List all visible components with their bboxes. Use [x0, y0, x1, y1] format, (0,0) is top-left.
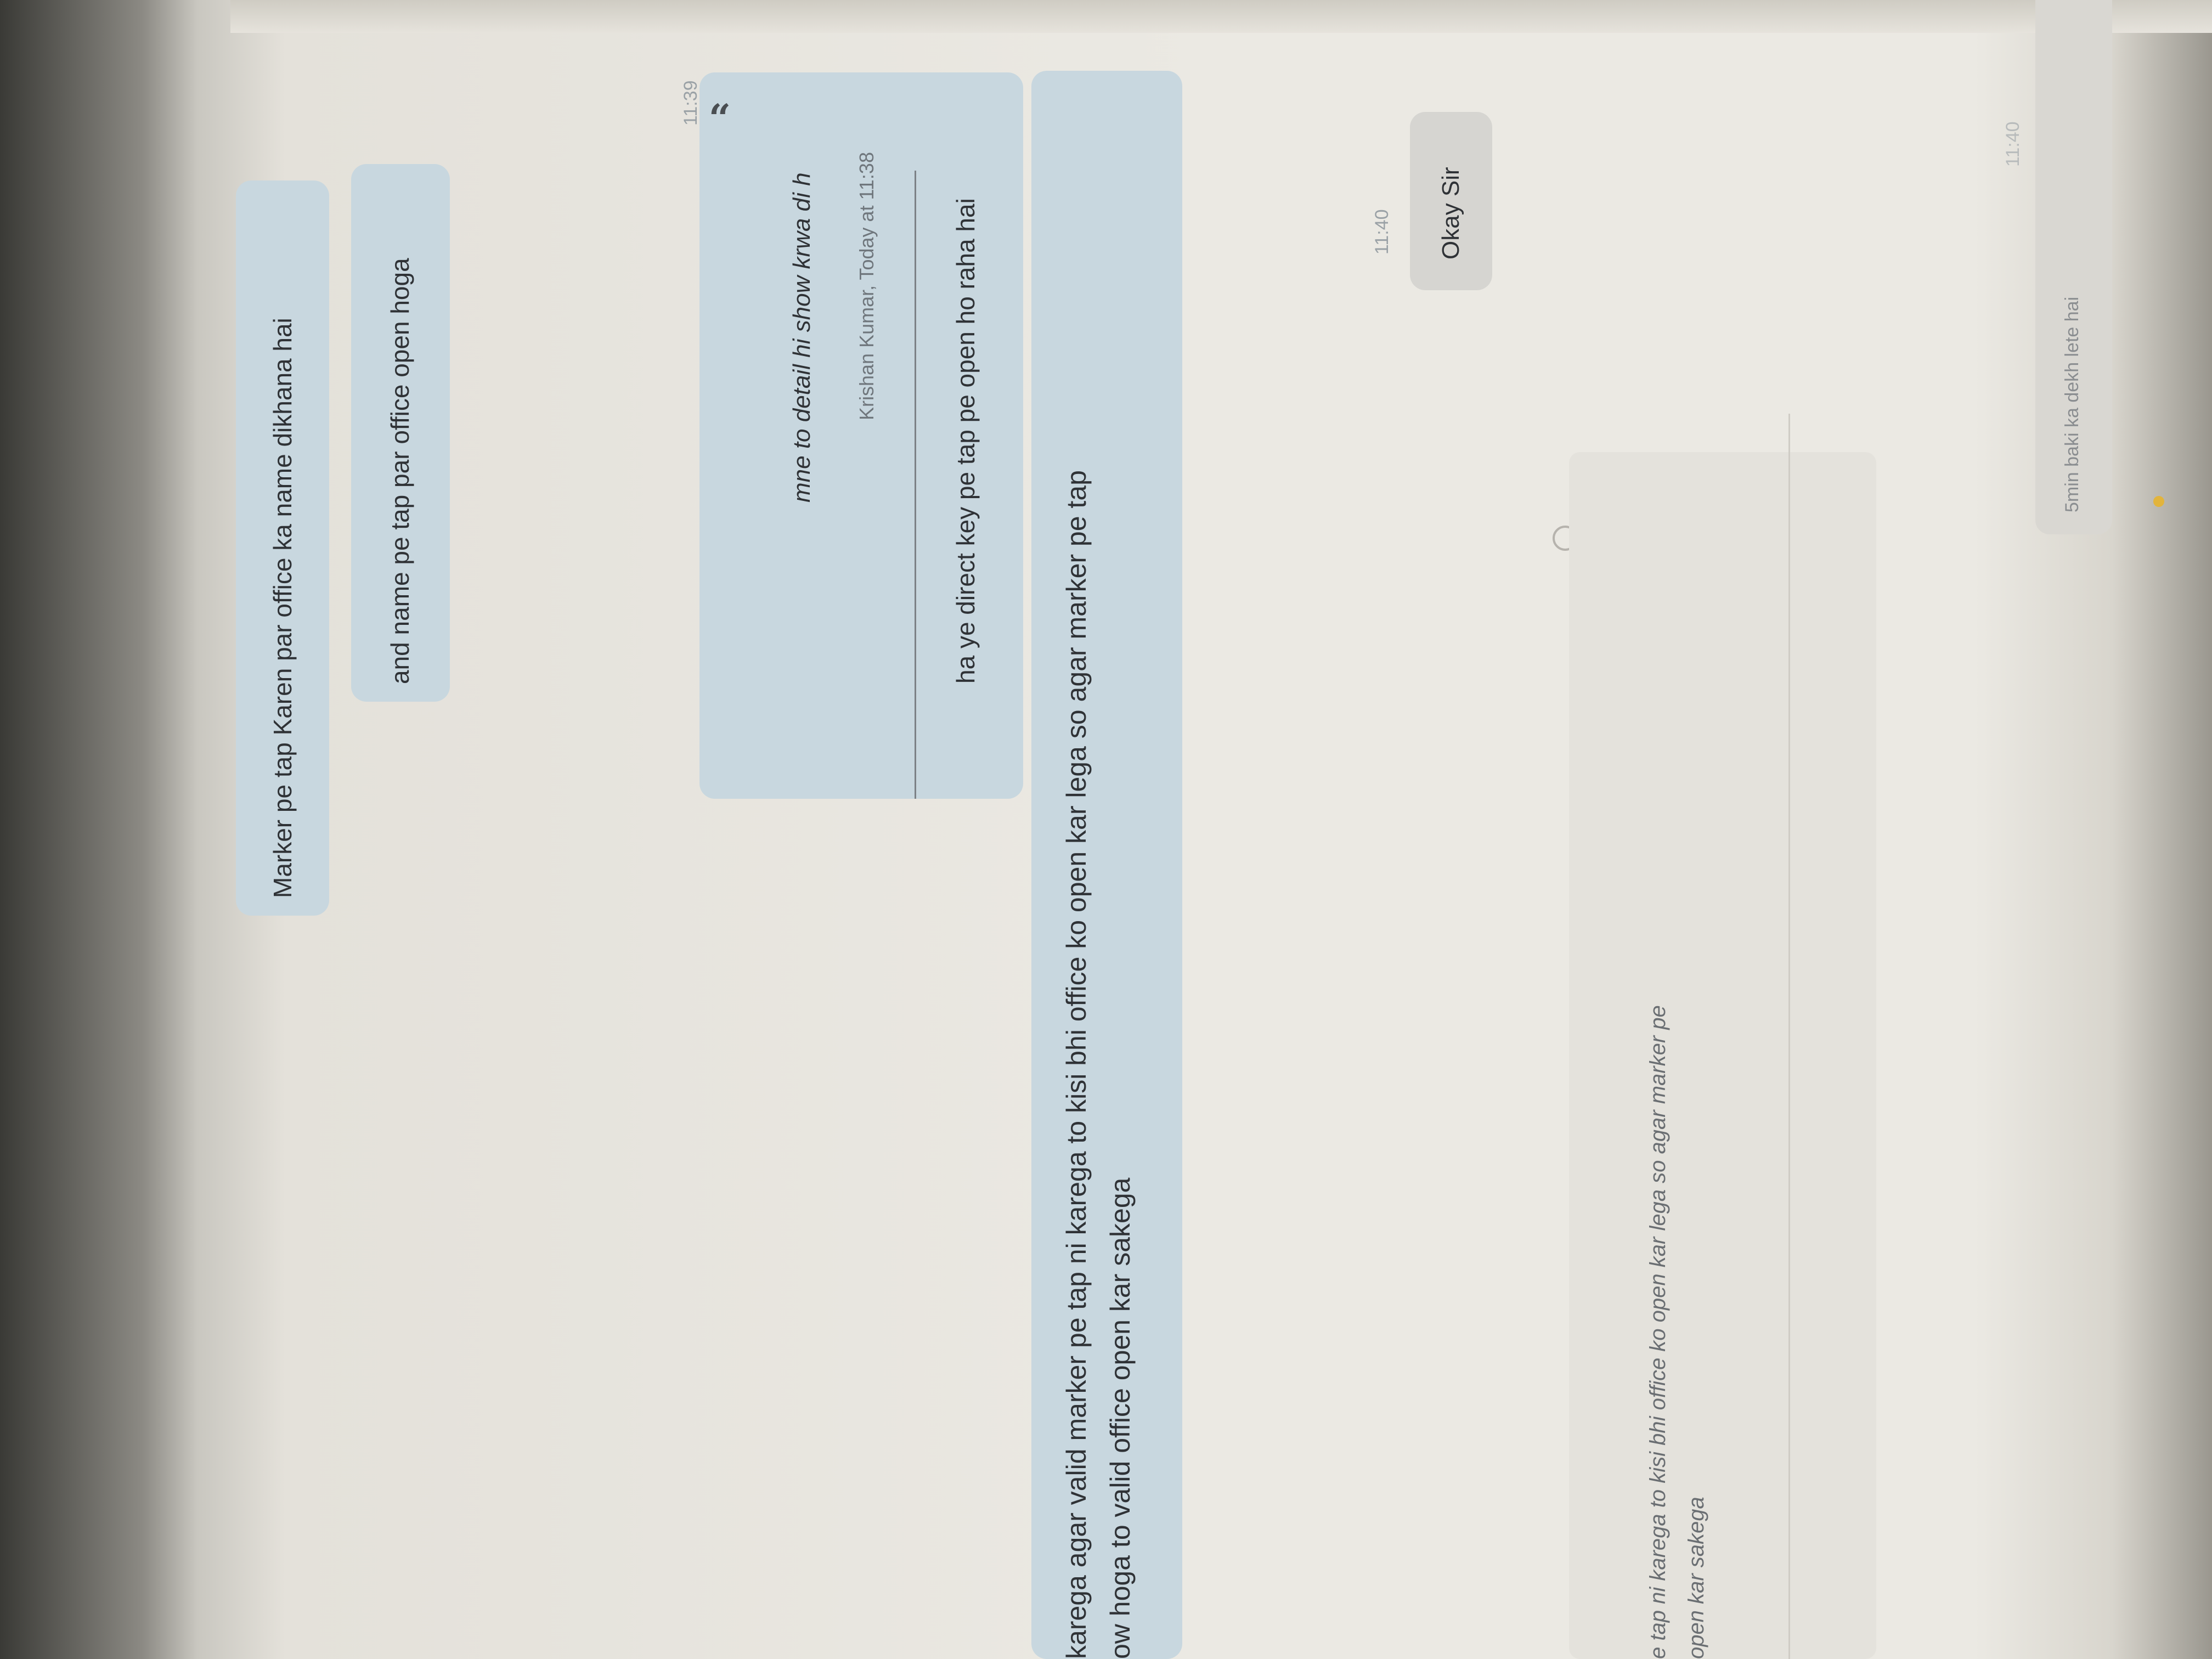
message-text: Okay Sir	[1437, 167, 1464, 259]
quote-icon: “	[708, 95, 731, 141]
message-text: 5min baki ka dekh lete hai	[2062, 296, 2083, 512]
message-bubble[interactable]: karega agar valid marker pe tap ni kareg…	[1031, 71, 1182, 1659]
compose-divider	[1788, 414, 1790, 1659]
emoji-icon	[2153, 496, 2164, 507]
quoted-author-time: Krishan Kumar, Today at 11:38	[855, 152, 878, 420]
message-text: and name pe tap par office open hoga	[386, 258, 414, 684]
message-text: Marker pe tap Karen par office ka name d…	[268, 318, 297, 898]
chat-thread[interactable]: Marker pe tap Karen par office ka name d…	[0, 0, 2212, 1659]
quote-divider	[915, 171, 916, 799]
message-bubble[interactable]: Marker pe tap Karen par office ka name d…	[236, 180, 329, 916]
message-bubble[interactable]: and name pe tap par office open hoga	[351, 164, 450, 702]
message-text-line: ow hoga to valid office open kar sakega	[1105, 1177, 1136, 1659]
message-text: ha ye direct key pe tap pe open ho raha …	[951, 198, 980, 684]
reply-message-bubble[interactable]: “ mne to detail hi show krwa di h Krisha…	[699, 72, 1023, 799]
quoted-text: mne to detail hi show krwa di h	[788, 172, 815, 503]
message-timestamp: 11:40	[1372, 209, 1392, 255]
message-bubble[interactable]: Okay Sir	[1410, 112, 1492, 290]
message-text-line: karega agar valid marker pe tap ni kareg…	[1061, 470, 1092, 1659]
draft-text-line: open kar sakega	[1684, 1497, 1708, 1659]
message-bubble[interactable]: 5min baki ka dekh lete hai	[2035, 0, 2112, 534]
message-timestamp: 11:39	[680, 80, 701, 126]
compose-area[interactable]: e tap ni karega to kisi bhi office ko op…	[1569, 414, 1876, 1659]
photo-stage: Marker pe tap Karen par office ka name d…	[0, 0, 2212, 1659]
draft-text-line: e tap ni karega to kisi bhi office ko op…	[1646, 1005, 1670, 1659]
message-timestamp: 11:40	[2002, 121, 2023, 167]
